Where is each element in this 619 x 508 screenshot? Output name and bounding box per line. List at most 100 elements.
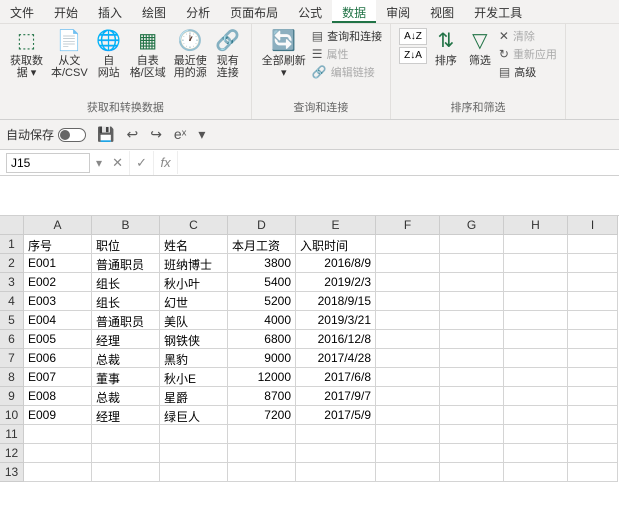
cell-G5[interactable]: [440, 311, 504, 330]
cell-E13[interactable]: [296, 463, 376, 482]
tab-文件[interactable]: 文件: [0, 0, 44, 23]
row-header-6[interactable]: 6: [0, 330, 24, 349]
get-data-btn-3[interactable]: ▦自表格/区域: [126, 26, 170, 81]
cell-H7[interactable]: [504, 349, 568, 368]
cell-H8[interactable]: [504, 368, 568, 387]
cell-A11[interactable]: [24, 425, 92, 444]
cell-B5[interactable]: 普通职员: [92, 311, 160, 330]
get-data-btn-5[interactable]: 🔗现有连接: [211, 26, 245, 81]
row-header-11[interactable]: 11: [0, 425, 24, 444]
query-item-2[interactable]: 🔗编辑链接: [312, 64, 382, 80]
clear-button[interactable]: ✕清除: [499, 28, 557, 44]
cell-F8[interactable]: [376, 368, 440, 387]
cell-B6[interactable]: 经理: [92, 330, 160, 349]
cell-C1[interactable]: 姓名: [160, 235, 228, 254]
confirm-button[interactable]: ✓: [130, 151, 154, 175]
cell-G3[interactable]: [440, 273, 504, 292]
col-header-C[interactable]: C: [160, 216, 228, 235]
cell-C6[interactable]: 钢铁侠: [160, 330, 228, 349]
cell-E1[interactable]: 入职时间: [296, 235, 376, 254]
cell-H11[interactable]: [504, 425, 568, 444]
cell-F12[interactable]: [376, 444, 440, 463]
query-item-0[interactable]: ▤查询和连接: [312, 28, 382, 44]
cell-F9[interactable]: [376, 387, 440, 406]
col-header-H[interactable]: H: [504, 216, 568, 235]
cell-G13[interactable]: [440, 463, 504, 482]
cell-E7[interactable]: 2017/4/28: [296, 349, 376, 368]
cell-I3[interactable]: [568, 273, 618, 292]
tab-页面布局[interactable]: 页面布局: [220, 0, 288, 23]
cell-D1[interactable]: 本月工资: [228, 235, 296, 254]
cancel-button[interactable]: ✕: [106, 151, 130, 175]
col-header-A[interactable]: A: [24, 216, 92, 235]
formula-input[interactable]: [178, 154, 619, 172]
filter-button[interactable]: ▽ 筛选: [463, 26, 497, 69]
name-box[interactable]: [6, 153, 90, 173]
cell-A5[interactable]: E004: [24, 311, 92, 330]
cell-C5[interactable]: 美队: [160, 311, 228, 330]
row-header-2[interactable]: 2: [0, 254, 24, 273]
cell-H4[interactable]: [504, 292, 568, 311]
cell-H9[interactable]: [504, 387, 568, 406]
cell-E3[interactable]: 2019/2/3: [296, 273, 376, 292]
cell-G11[interactable]: [440, 425, 504, 444]
cell-D12[interactable]: [228, 444, 296, 463]
cell-D4[interactable]: 5200: [228, 292, 296, 311]
cell-D8[interactable]: 12000: [228, 368, 296, 387]
cell-F13[interactable]: [376, 463, 440, 482]
cell-F1[interactable]: [376, 235, 440, 254]
cell-B4[interactable]: 组长: [92, 292, 160, 311]
row-header-3[interactable]: 3: [0, 273, 24, 292]
cell-A12[interactable]: [24, 444, 92, 463]
col-header-D[interactable]: D: [228, 216, 296, 235]
cell-H12[interactable]: [504, 444, 568, 463]
cell-B8[interactable]: 董事: [92, 368, 160, 387]
get-data-btn-2[interactable]: 🌐自网站: [92, 26, 126, 81]
cell-I1[interactable]: [568, 235, 618, 254]
cell-A8[interactable]: E007: [24, 368, 92, 387]
sort-asc-button[interactable]: A↓Z: [399, 28, 427, 45]
cell-E10[interactable]: 2017/5/9: [296, 406, 376, 425]
cell-I5[interactable]: [568, 311, 618, 330]
cell-F11[interactable]: [376, 425, 440, 444]
cell-I13[interactable]: [568, 463, 618, 482]
cell-G12[interactable]: [440, 444, 504, 463]
cell-I6[interactable]: [568, 330, 618, 349]
cell-E12[interactable]: [296, 444, 376, 463]
cell-A3[interactable]: E002: [24, 273, 92, 292]
cell-H6[interactable]: [504, 330, 568, 349]
autosave-toggle[interactable]: 自动保存: [6, 126, 86, 143]
sort-desc-button[interactable]: Z↓A: [399, 47, 427, 64]
quick-btn-0[interactable]: 💾: [94, 126, 117, 143]
cell-C9[interactable]: 星爵: [160, 387, 228, 406]
cell-B2[interactable]: 普通职员: [92, 254, 160, 273]
sort-button[interactable]: ⇅ 排序: [429, 26, 463, 69]
col-header-E[interactable]: E: [296, 216, 376, 235]
get-data-btn-1[interactable]: 📄从文本/CSV: [47, 26, 92, 81]
row-header-9[interactable]: 9: [0, 387, 24, 406]
cell-C13[interactable]: [160, 463, 228, 482]
cell-I8[interactable]: [568, 368, 618, 387]
tab-审阅[interactable]: 审阅: [376, 0, 420, 23]
cell-B12[interactable]: [92, 444, 160, 463]
cell-C11[interactable]: [160, 425, 228, 444]
row-header-10[interactable]: 10: [0, 406, 24, 425]
cell-E4[interactable]: 2018/9/15: [296, 292, 376, 311]
cell-D9[interactable]: 8700: [228, 387, 296, 406]
cell-I9[interactable]: [568, 387, 618, 406]
cell-H1[interactable]: [504, 235, 568, 254]
cell-G7[interactable]: [440, 349, 504, 368]
cell-I4[interactable]: [568, 292, 618, 311]
row-header-8[interactable]: 8: [0, 368, 24, 387]
cell-B9[interactable]: 总裁: [92, 387, 160, 406]
col-header-B[interactable]: B: [92, 216, 160, 235]
cell-C8[interactable]: 秋小E: [160, 368, 228, 387]
col-header-I[interactable]: I: [568, 216, 618, 235]
row-header-5[interactable]: 5: [0, 311, 24, 330]
cell-A9[interactable]: E008: [24, 387, 92, 406]
tab-数据[interactable]: 数据: [332, 0, 376, 23]
cell-D5[interactable]: 4000: [228, 311, 296, 330]
cell-C4[interactable]: 幻世: [160, 292, 228, 311]
cell-C12[interactable]: [160, 444, 228, 463]
cell-A13[interactable]: [24, 463, 92, 482]
